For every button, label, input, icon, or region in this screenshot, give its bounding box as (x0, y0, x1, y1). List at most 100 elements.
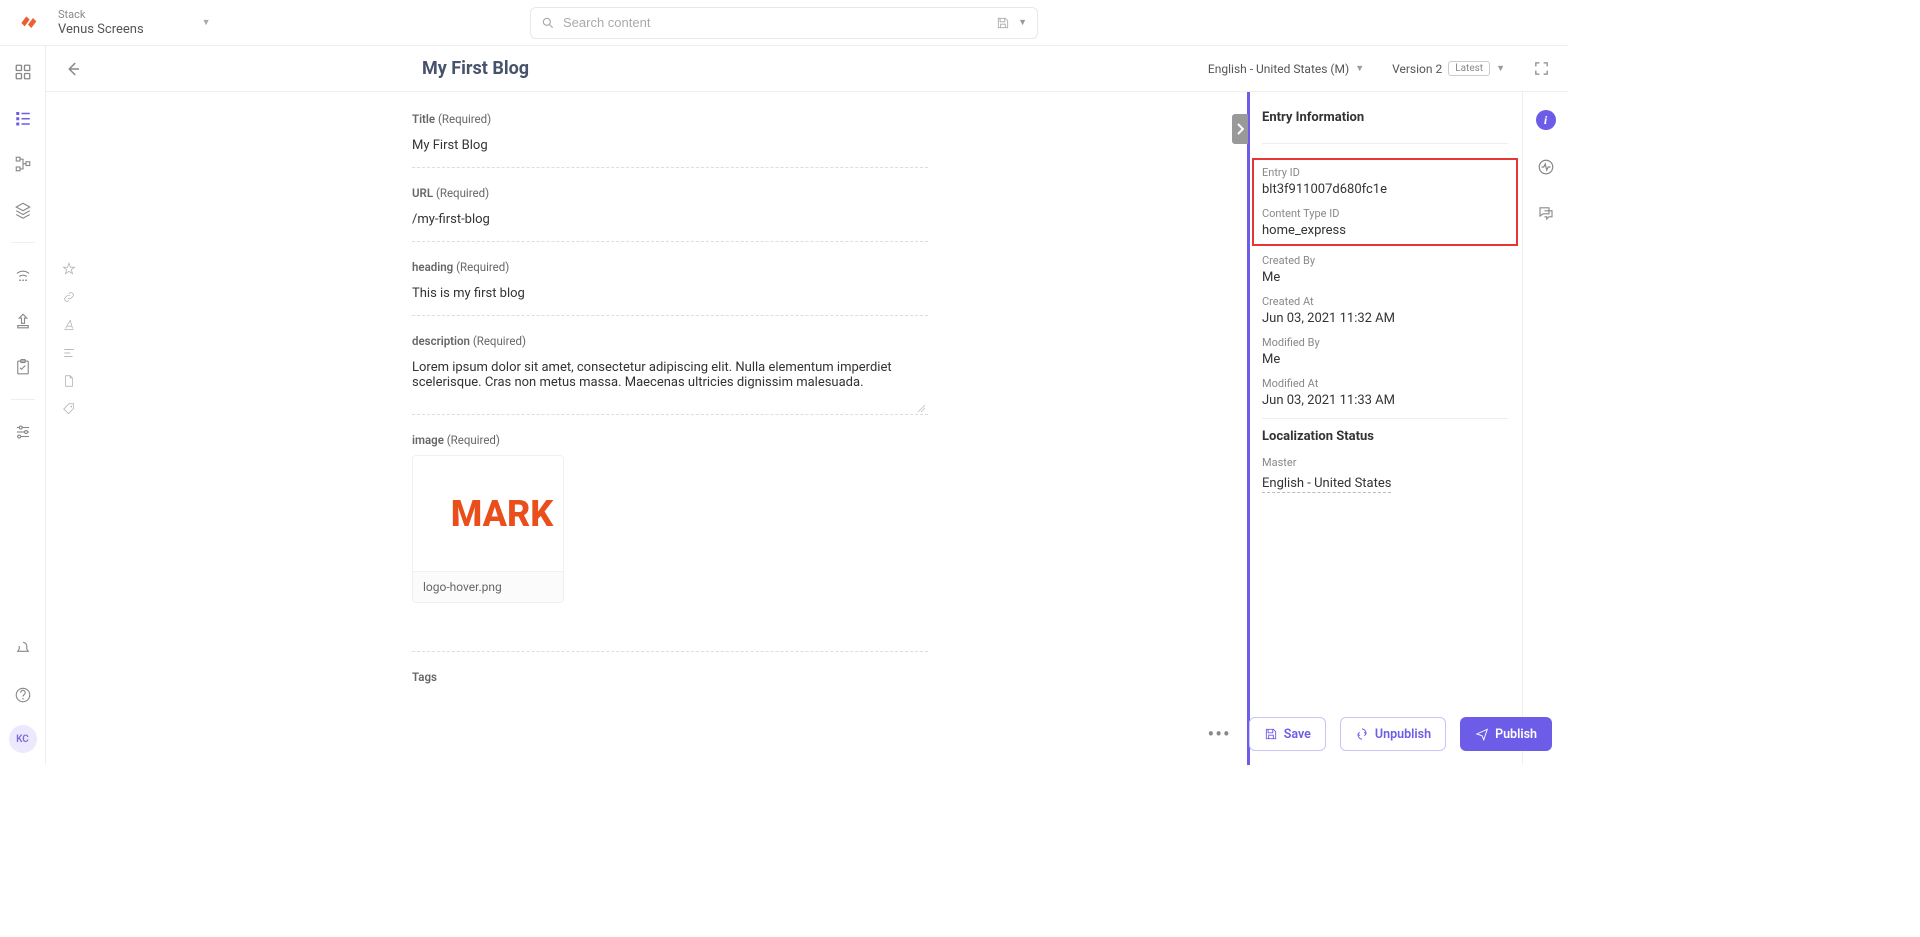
unpublish-label: Unpublish (1375, 727, 1431, 742)
created-at-value: Jun 03, 2021 11:32 AM (1262, 311, 1508, 326)
field-image: image (Required) MARK logo-hover.png (412, 433, 928, 603)
info-label: Created At (1262, 295, 1508, 308)
image-card[interactable]: MARK logo-hover.png (412, 455, 564, 603)
field-label: heading (412, 260, 453, 274)
unpublish-icon (1355, 727, 1369, 741)
panel-title: Entry Information (1262, 110, 1508, 125)
tag-icon[interactable] (62, 402, 76, 416)
nav-assets[interactable] (5, 194, 41, 226)
nav-notifications[interactable] (5, 633, 41, 665)
star-icon[interactable] (62, 262, 76, 276)
nav-settings[interactable] (5, 416, 41, 448)
unpublish-button[interactable]: Unpublish (1340, 717, 1446, 751)
save-button[interactable]: Save (1249, 717, 1326, 751)
info-panel: Entry Information Entry ID blt3f911007d6… (1248, 92, 1522, 701)
info-label: Entry ID (1262, 166, 1508, 179)
nav-dashboard[interactable] (5, 56, 41, 88)
stack-label: Stack (58, 8, 144, 21)
field-url: URL (Required) /my-first-blog (412, 186, 928, 242)
url-value[interactable]: /my-first-blog (412, 208, 928, 241)
upload-icon (14, 312, 32, 330)
nav-content-types[interactable] (5, 148, 41, 180)
description-value[interactable]: Lorem ipsum dolor sit amet, consectetur … (412, 356, 928, 414)
info-label: Master (1262, 456, 1508, 469)
modified-by-value: Me (1262, 352, 1508, 367)
collapse-panel-button[interactable] (1232, 114, 1248, 144)
highlighted-ids: Entry ID blt3f911007d680fc1e Content Typ… (1252, 158, 1518, 246)
logo-icon (18, 13, 38, 33)
field-label: URL (412, 186, 433, 200)
nav-divider (11, 399, 35, 400)
save-icon[interactable] (996, 16, 1010, 30)
comments-icon[interactable] (1537, 204, 1555, 222)
info-label: Modified At (1262, 377, 1508, 390)
version-selector[interactable]: Version 2 Latest ▼ (1392, 61, 1505, 76)
chevron-down-icon: ▼ (1496, 63, 1505, 74)
stack-name: Venus Screens (58, 22, 144, 37)
image-filename: logo-hover.png (413, 571, 563, 602)
publish-icon (1475, 727, 1489, 741)
search-input[interactable] (563, 15, 988, 30)
tree-icon (14, 155, 32, 173)
nav-entries[interactable] (5, 102, 41, 134)
secondary-rail (46, 92, 92, 765)
help-icon (14, 686, 32, 704)
search-icon (541, 16, 555, 30)
search-bar[interactable]: ▼ (530, 7, 1038, 39)
nav-tasks[interactable] (5, 351, 41, 383)
info-label: Content Type ID (1262, 207, 1508, 220)
bell-icon (14, 640, 32, 658)
text-icon[interactable] (62, 318, 76, 332)
entry-id-value: blt3f911007d680fc1e (1262, 182, 1508, 197)
localization-title: Localization Status (1262, 429, 1508, 444)
field-label: Title (412, 112, 435, 126)
app-logo[interactable] (10, 5, 46, 41)
more-actions-button[interactable]: ••• (1204, 718, 1235, 750)
field-description: description (Required) Lorem ipsum dolor… (412, 334, 928, 415)
link-icon[interactable] (62, 290, 76, 304)
entry-header: My First Blog English - United States (M… (46, 46, 1568, 92)
field-label: image (412, 433, 444, 447)
publish-label: Publish (1495, 727, 1537, 742)
grid-icon (14, 63, 32, 81)
chevron-down-icon: ▼ (1355, 63, 1364, 74)
title-value[interactable]: My First Blog (412, 134, 928, 167)
back-arrow-icon[interactable] (64, 60, 82, 78)
language-selector[interactable]: English - United States (M) ▼ (1208, 62, 1364, 76)
activity-icon[interactable] (1537, 158, 1555, 176)
file-icon[interactable] (62, 374, 76, 388)
heading-value[interactable]: This is my first blog (412, 282, 928, 315)
nav-help[interactable] (5, 679, 41, 711)
info-tab[interactable]: i (1536, 110, 1556, 130)
resize-handle-icon[interactable] (916, 403, 926, 413)
top-header: Stack Venus Screens ▼ ▼ (0, 0, 1568, 46)
sliders-icon (14, 423, 32, 441)
save-label: Save (1284, 727, 1311, 742)
align-icon[interactable] (62, 346, 76, 360)
panel-accent-line (1247, 92, 1250, 765)
field-heading: heading (Required) This is my first blog (412, 260, 928, 316)
field-label: Tags (412, 670, 437, 684)
field-title: Title (Required) My First Blog (412, 112, 928, 168)
main-content: Title (Required) My First Blog URL (Requ… (92, 92, 1248, 765)
master-locale-link[interactable]: English - United States (1262, 476, 1391, 493)
expand-icon[interactable] (1533, 60, 1550, 77)
language-label: English - United States (M) (1208, 62, 1349, 76)
required-label: (Required) (447, 433, 500, 447)
nav-publish-queue[interactable] (5, 305, 41, 337)
stack-selector[interactable]: Stack Venus Screens (46, 8, 144, 37)
modified-at-value: Jun 03, 2021 11:33 AM (1262, 393, 1508, 408)
chevron-right-icon (1236, 123, 1244, 135)
chevron-down-icon[interactable]: ▼ (1018, 17, 1027, 28)
version-badge: Latest (1448, 61, 1490, 76)
content-type-id-value: home_express (1262, 223, 1508, 238)
field-label: description (412, 334, 470, 348)
user-avatar[interactable]: KC (9, 725, 37, 753)
clipboard-icon (14, 358, 32, 376)
footer-actions: ••• Save Unpublish Publish (1204, 717, 1553, 751)
far-right-rail: i (1522, 92, 1568, 765)
list-icon (14, 109, 32, 127)
nav-releases[interactable] (5, 259, 41, 291)
page-title: My First Blog (422, 58, 529, 79)
publish-button[interactable]: Publish (1460, 717, 1552, 751)
